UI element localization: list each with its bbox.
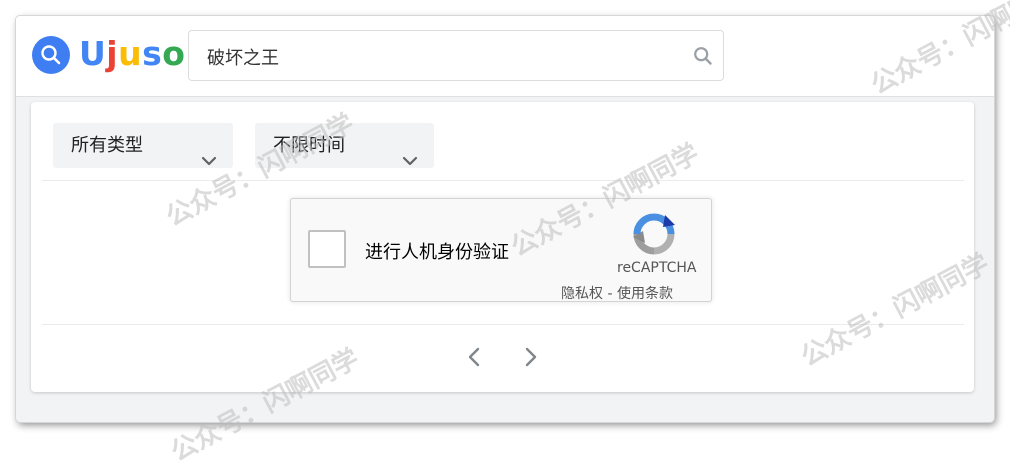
time-filter-label: 不限时间 [273, 135, 345, 156]
search-icon[interactable] [693, 46, 713, 70]
top-bar: Ujuso [16, 16, 994, 97]
recaptcha-logo-icon [631, 211, 677, 261]
logo-letter: u [118, 34, 143, 73]
divider [42, 324, 964, 325]
link-separator: - [607, 286, 613, 302]
chevron-down-icon [201, 139, 217, 184]
logo-search-icon[interactable] [32, 36, 70, 74]
browser-window: Ujuso 所有类型 不限时间 [16, 16, 994, 422]
recaptcha-widget: 进行人机身份验证 reCAPTCHA 隐私权 - 使用条款 [290, 198, 712, 302]
time-filter-dropdown[interactable]: 不限时间 [255, 123, 434, 168]
search-box [188, 30, 724, 81]
divider [42, 180, 964, 181]
logo-letter: s [142, 34, 163, 73]
results-card: 所有类型 不限时间 进行人机身份验证 reCAPTCHA 隐私权 - 使用条款 [31, 102, 974, 392]
recaptcha-label: 进行人机身份验证 [365, 242, 509, 263]
privacy-link[interactable]: 隐私权 [561, 286, 603, 302]
recaptcha-links: 隐私权 - 使用条款 [561, 283, 673, 303]
logo-letter: U [79, 34, 107, 73]
logo-letter: o [162, 34, 186, 73]
type-filter-label: 所有类型 [71, 135, 143, 156]
recaptcha-brand: reCAPTCHA [617, 260, 697, 276]
type-filter-dropdown[interactable]: 所有类型 [53, 123, 233, 168]
terms-link[interactable]: 使用条款 [617, 286, 673, 302]
chevron-left-icon[interactable] [466, 347, 482, 371]
logo-text[interactable]: Ujuso [79, 34, 185, 73]
chevron-right-icon[interactable] [523, 347, 539, 371]
search-input[interactable] [205, 42, 669, 72]
logo-letter: j [106, 34, 119, 73]
chevron-down-icon [402, 139, 418, 184]
recaptcha-checkbox[interactable] [308, 230, 346, 268]
